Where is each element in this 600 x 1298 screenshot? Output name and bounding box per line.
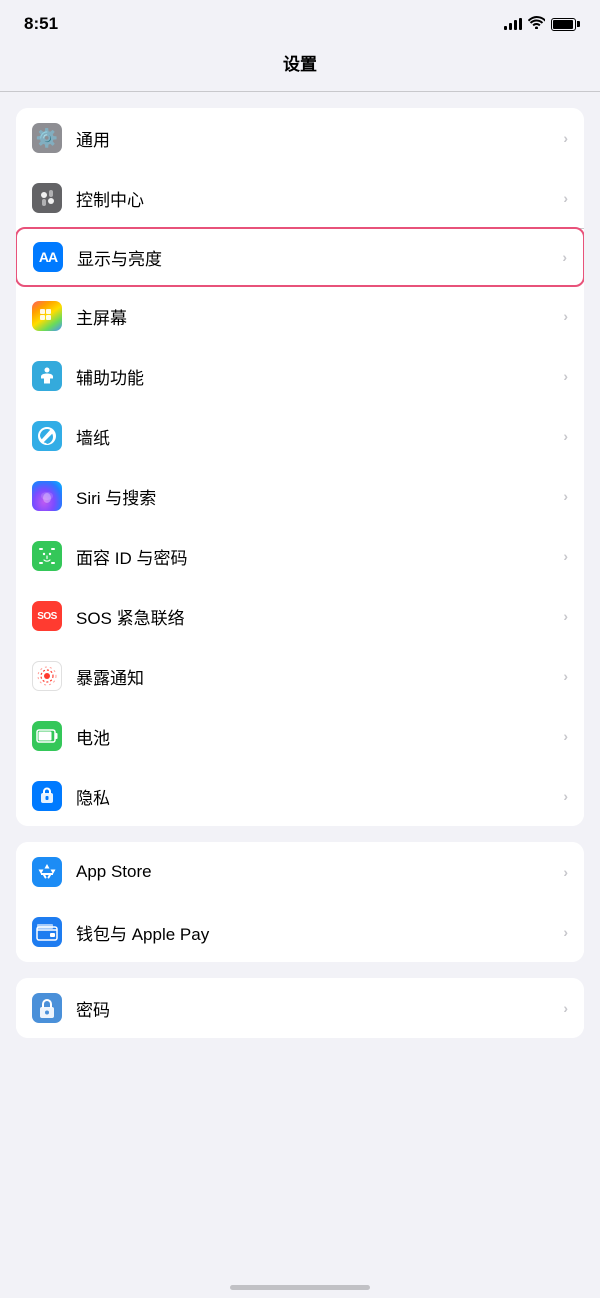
top-divider — [0, 91, 600, 92]
settings-group-1: ⚙️ 通用 › 控制中心 › AA 显示与亮度 › — [16, 108, 584, 826]
exposure-label: 暴露通知 — [76, 664, 563, 689]
appstore-label: App Store — [76, 862, 563, 882]
general-label: 通用 — [76, 126, 563, 151]
settings-row-siri[interactable]: Siri 与搜索 › — [16, 466, 584, 526]
battery-icon — [551, 18, 576, 31]
settings-row-control-center[interactable]: 控制中心 › — [16, 168, 584, 228]
home-screen-icon — [32, 301, 62, 331]
settings-row-wallpaper[interactable]: 墙纸 › — [16, 406, 584, 466]
sos-chevron: › — [563, 608, 568, 624]
page-title-container: 设置 — [0, 42, 600, 91]
siri-label: Siri 与搜索 — [76, 484, 563, 509]
status-time: 8:51 — [24, 14, 58, 34]
battery-row-icon — [32, 721, 62, 751]
password-icon — [32, 993, 62, 1023]
exposure-icon — [32, 661, 62, 691]
faceid-label: 面容 ID 与密码 — [76, 544, 563, 569]
appstore-chevron: › — [563, 864, 568, 880]
accessibility-chevron: › — [563, 368, 568, 384]
accessibility-icon — [32, 361, 62, 391]
settings-row-home-screen[interactable]: 主屏幕 › — [16, 286, 584, 346]
page-title: 设置 — [283, 55, 317, 74]
settings-row-faceid[interactable]: 面容 ID 与密码 › — [16, 526, 584, 586]
signal-icon — [504, 18, 522, 30]
status-bar: 8:51 — [0, 0, 600, 42]
wallet-label: 钱包与 Apple Pay — [76, 920, 563, 945]
display-label: 显示与亮度 — [77, 245, 562, 270]
settings-row-appstore[interactable]: App Store › — [16, 842, 584, 902]
appstore-icon — [32, 857, 62, 887]
privacy-icon — [32, 781, 62, 811]
password-chevron: › — [563, 1000, 568, 1016]
sos-icon: SOS — [32, 601, 62, 631]
accessibility-label: 辅助功能 — [76, 364, 563, 389]
general-icon: ⚙️ — [32, 123, 62, 153]
battery-chevron: › — [563, 728, 568, 744]
privacy-label: 隐私 — [76, 784, 563, 809]
settings-group-2: App Store › 钱包与 Apple Pay › — [16, 842, 584, 962]
display-chevron: › — [562, 249, 567, 265]
settings-row-general[interactable]: ⚙️ 通用 › — [16, 108, 584, 168]
wallpaper-icon — [32, 421, 62, 451]
control-center-chevron: › — [563, 190, 568, 206]
password-label: 密码 — [76, 996, 563, 1021]
siri-icon — [32, 481, 62, 511]
settings-row-password[interactable]: 密码 › — [16, 978, 584, 1038]
wallpaper-label: 墙纸 — [76, 424, 563, 449]
wifi-icon — [528, 16, 545, 32]
control-center-icon — [32, 183, 62, 213]
control-center-label: 控制中心 — [76, 186, 563, 211]
privacy-chevron: › — [563, 788, 568, 804]
wallet-icon — [32, 917, 62, 947]
battery-label: 电池 — [76, 724, 563, 749]
exposure-chevron: › — [563, 668, 568, 684]
faceid-chevron: › — [563, 548, 568, 564]
home-screen-chevron: › — [563, 308, 568, 324]
display-icon: AA — [33, 242, 63, 272]
wallet-chevron: › — [563, 924, 568, 940]
sos-label: SOS 紧急联络 — [76, 604, 563, 629]
settings-row-exposure[interactable]: 暴露通知 › — [16, 646, 584, 706]
settings-group-3: 密码 › — [16, 978, 584, 1038]
faceid-icon — [32, 541, 62, 571]
settings-row-display[interactable]: AA 显示与亮度 › — [16, 227, 584, 287]
settings-row-wallet[interactable]: 钱包与 Apple Pay › — [16, 902, 584, 962]
settings-row-battery[interactable]: 电池 › — [16, 706, 584, 766]
status-icons — [504, 16, 576, 32]
settings-row-sos[interactable]: SOS SOS 紧急联络 › — [16, 586, 584, 646]
home-screen-label: 主屏幕 — [76, 304, 563, 329]
settings-row-accessibility[interactable]: 辅助功能 › — [16, 346, 584, 406]
general-chevron: › — [563, 130, 568, 146]
wallpaper-chevron: › — [563, 428, 568, 444]
home-indicator — [230, 1285, 370, 1290]
siri-chevron: › — [563, 488, 568, 504]
settings-row-privacy[interactable]: 隐私 › — [16, 766, 584, 826]
